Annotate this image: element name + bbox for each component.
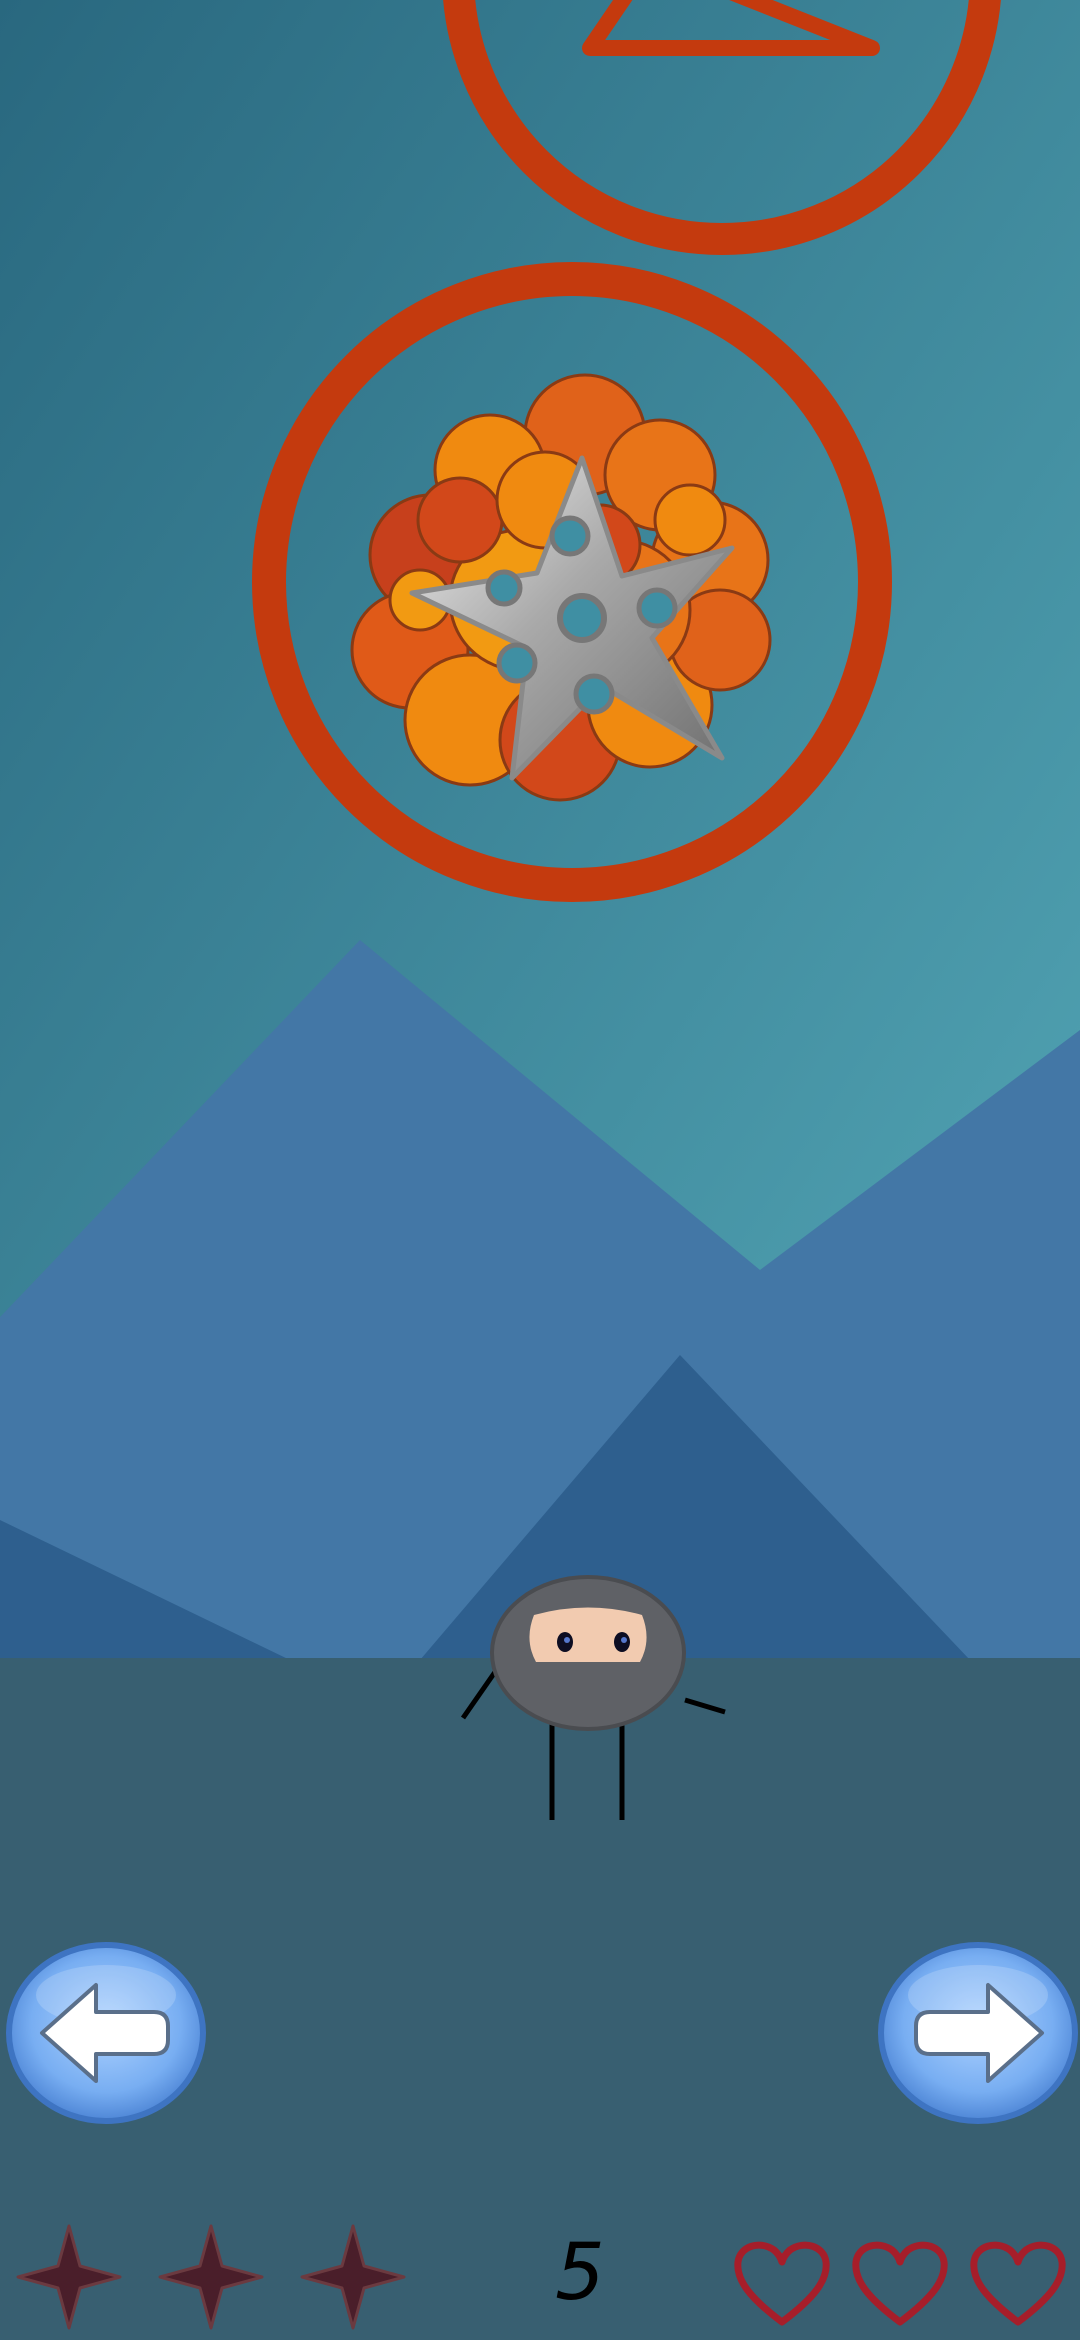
shuriken-ammo-icon [16, 2224, 122, 2330]
move-right-button[interactable] [876, 1940, 1080, 2126]
shuriken-ammo-icon [300, 2224, 406, 2330]
heart-icon [734, 2241, 830, 2326]
game-screen: 5 [0, 0, 1080, 2340]
ninja-face [529, 1607, 647, 1662]
score-counter: 5 [555, 2228, 605, 2318]
move-left-button[interactable] [4, 1940, 208, 2126]
heart-icon [852, 2241, 948, 2326]
shuriken-ammo-icon [158, 2224, 264, 2330]
heart-icon [970, 2241, 1066, 2326]
